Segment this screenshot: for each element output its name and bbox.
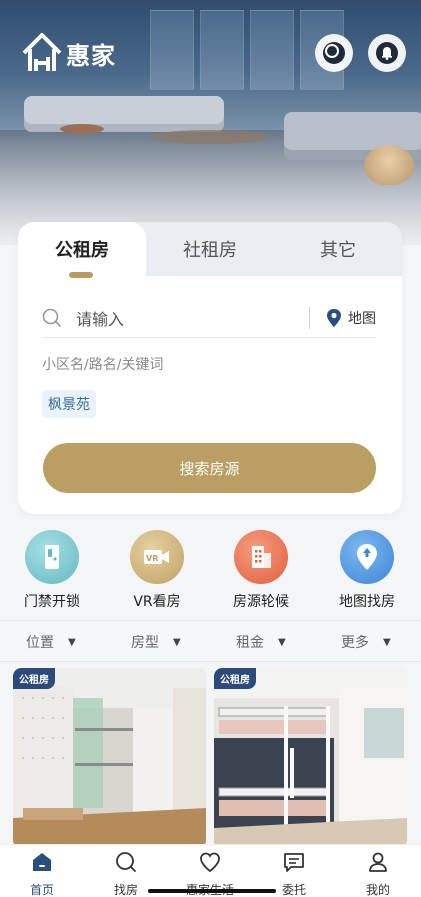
hero-lamp: [364, 145, 414, 185]
search-icon: [42, 308, 61, 327]
brand-name: 惠家: [66, 41, 116, 70]
search-listings-button[interactable]: 搜索房源: [43, 443, 376, 493]
nav-label: 首页: [29, 883, 54, 897]
tab-label: 社租房: [183, 240, 237, 261]
listing-badge: 公租房: [214, 668, 256, 689]
map-label: 地图: [348, 310, 376, 327]
search-placeholder: 请输入: [76, 309, 125, 329]
quick-entry-label: 房源轮候: [233, 594, 289, 610]
quick-entry-label: 门禁开锁: [24, 594, 80, 610]
filter-label: 租金: [236, 635, 264, 651]
listing-badge: 公租房: [13, 668, 55, 689]
vr-camera-icon: VR: [130, 530, 184, 584]
tab-social-rental[interactable]: 社租房: [146, 222, 274, 276]
filter-location[interactable]: 位置 ▼: [26, 621, 76, 663]
tab-label: 其它: [320, 240, 356, 261]
filter-label: 更多: [341, 635, 369, 651]
caret-down-icon: ▼: [383, 636, 391, 648]
listing-card[interactable]: 公租房: [13, 668, 206, 848]
filter-label: 位置: [26, 635, 54, 651]
active-tab-indicator: [69, 272, 93, 278]
quick-entry-label: 地图找房: [339, 594, 395, 610]
map-button[interactable]: 地图: [326, 308, 376, 328]
tab-label: 公租房: [55, 240, 109, 261]
tab-public-rental[interactable]: 公租房: [18, 222, 146, 276]
home-indicator: [148, 889, 276, 893]
search-icon: [323, 42, 345, 64]
nav-profile[interactable]: 我的: [336, 849, 420, 897]
caret-down-icon: ▼: [173, 636, 181, 648]
home-icon: [0, 849, 84, 875]
caret-down-icon: ▼: [278, 636, 286, 648]
hero-side-table: [60, 124, 104, 134]
filter-more[interactable]: 更多 ▼: [341, 621, 391, 663]
hero-sofa: [24, 96, 224, 132]
svg-text:VR: VR: [146, 554, 158, 563]
nav-label: 我的: [365, 883, 390, 897]
housing-type-tabs: 公租房 社租房 其它: [18, 222, 402, 278]
filter-room-type[interactable]: 房型 ▼: [131, 621, 181, 663]
caret-down-icon: ▼: [68, 636, 76, 648]
search-hint: 小区名/路名/关键词: [42, 357, 164, 373]
notification-button[interactable]: [368, 34, 406, 72]
filter-rent[interactable]: 租金 ▼: [236, 621, 286, 663]
search-button[interactable]: [315, 34, 353, 72]
brand-logo: 惠家: [20, 31, 116, 75]
building-icon: [234, 530, 288, 584]
hero-coffee-table: [150, 130, 270, 144]
quick-entry-map-search[interactable]: 地图找房: [327, 530, 407, 611]
map-pin-icon: [327, 308, 341, 327]
house-logo-icon: [22, 33, 62, 71]
search-card: 公租房 社租房 其它 请输入 地图 小区名/路名/关键词 枫景苑 搜索房源: [18, 222, 402, 514]
hero-window: [200, 10, 244, 90]
quick-entry-door-lock[interactable]: 门禁开锁: [12, 530, 92, 611]
quick-entry-vr[interactable]: VR VR看房: [117, 530, 197, 611]
quick-entry-waitlist[interactable]: 房源轮候: [221, 530, 301, 611]
filter-label: 房型: [131, 635, 159, 651]
history-chip[interactable]: 枫景苑: [42, 390, 96, 418]
search-divider: [309, 306, 310, 329]
nav-home[interactable]: 首页: [0, 849, 84, 897]
door-lock-icon: [25, 530, 79, 584]
quick-entry-label: VR看房: [133, 594, 181, 610]
heart-icon: [168, 849, 252, 875]
filter-bar: 位置 ▼ 房型 ▼ 租金 ▼ 更多 ▼: [0, 620, 421, 662]
listing-photo: [214, 668, 407, 848]
listing-photo: [13, 668, 206, 848]
person-icon: [336, 849, 420, 875]
message-icon: [252, 849, 336, 875]
tab-other[interactable]: 其它: [274, 222, 402, 276]
map-pin-icon: [340, 530, 394, 584]
bell-icon: [376, 42, 398, 64]
listing-card[interactable]: 公租房: [214, 668, 407, 848]
hero-window: [150, 10, 194, 90]
hero-window: [250, 10, 294, 90]
search-icon: [84, 849, 168, 875]
search-input[interactable]: 请输入 地图: [42, 298, 376, 338]
